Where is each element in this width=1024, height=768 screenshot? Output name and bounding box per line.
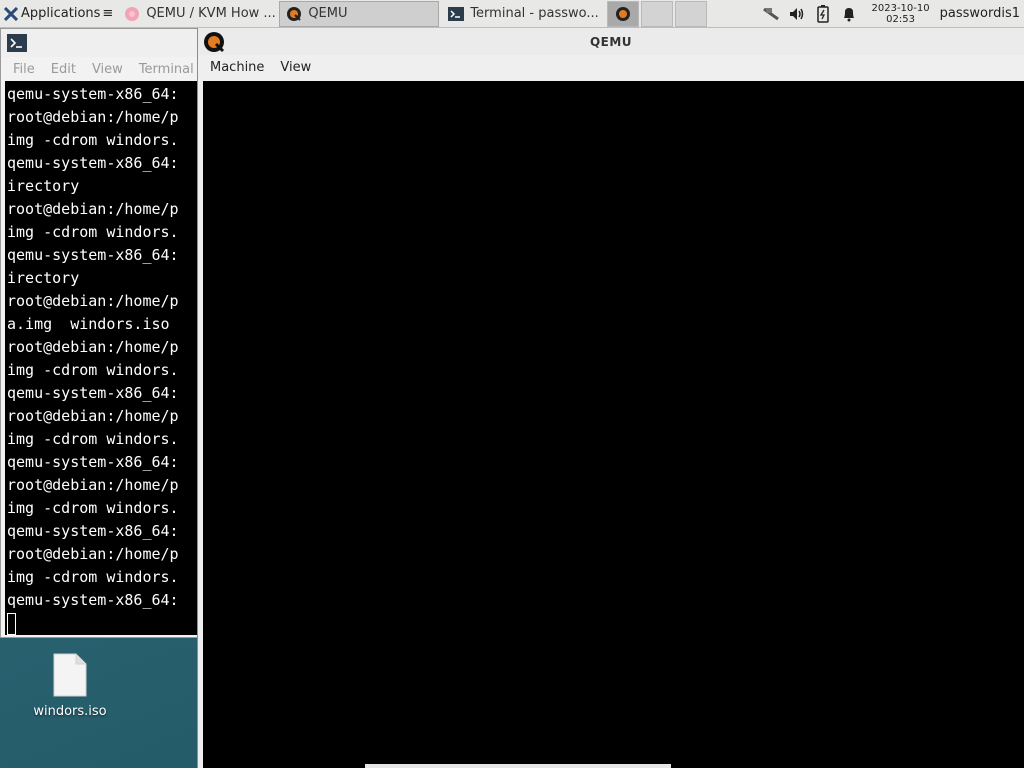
qemu-menu-view[interactable]: View xyxy=(272,60,319,75)
volume-icon[interactable] xyxy=(786,3,808,25)
terminal-line: qemu-system-x86_64: xyxy=(7,453,179,471)
terminal-line: irectory xyxy=(7,177,80,195)
terminal-line: qemu-system-x86_64: xyxy=(7,384,179,402)
terminal-line: root@debian:/home/p xyxy=(7,407,179,425)
task-firefox[interactable]: QEMU / KVM How ... xyxy=(117,1,277,27)
terminal-line: img -cdrom windors. xyxy=(7,568,179,586)
xfce-logo-icon xyxy=(4,6,18,21)
terminal-line: root@debian:/home/p xyxy=(7,200,179,218)
task-label: QEMU xyxy=(308,6,348,21)
terminal-line: qemu-system-x86_64: xyxy=(7,591,179,609)
firefox-icon xyxy=(124,6,140,22)
terminal-line: a.img windors.iso xyxy=(7,315,170,333)
terminal-line: irectory xyxy=(7,269,80,287)
desktop-file-label: windors.iso xyxy=(33,704,107,719)
terminal-line: img -cdrom windors. xyxy=(7,499,179,517)
terminal-line: img -cdrom windors. xyxy=(7,430,179,448)
top-panel: Applications ≡ QEMU / KVM How ... QEMU T… xyxy=(0,0,1024,28)
workspace-1[interactable] xyxy=(607,0,640,27)
terminal-titlebar[interactable] xyxy=(1,29,199,57)
battery-icon[interactable] xyxy=(812,3,834,25)
qemu-icon xyxy=(616,6,631,21)
task-terminal[interactable]: Terminal - passwo... xyxy=(441,1,605,27)
terminal-line: img -cdrom windors. xyxy=(7,131,179,149)
terminal-output[interactable]: qemu-system-x86_64: root@debian:/home/p im… xyxy=(5,81,199,635)
workspace-2[interactable] xyxy=(641,0,674,27)
applications-menu[interactable]: Applications ≡ xyxy=(0,0,117,28)
terminal-line: qemu-system-x86_64: xyxy=(7,246,179,264)
terminal-menu-edit[interactable]: Edit xyxy=(51,62,76,77)
task-qemu[interactable]: QEMU xyxy=(279,0,440,27)
terminal-line: qemu-system-x86_64: xyxy=(7,522,179,540)
terminal-menu-file[interactable]: File xyxy=(13,62,35,77)
task-label: QEMU / KVM How ... xyxy=(146,6,276,21)
user-menu[interactable]: passwordis1 xyxy=(940,6,1024,21)
terminal-icon xyxy=(448,6,465,22)
terminal-window: File Edit View Terminal qemu-system-x86_… xyxy=(0,28,200,638)
workspace-3[interactable] xyxy=(675,0,708,27)
terminal-line: qemu-system-x86_64: xyxy=(7,85,179,103)
task-label: Terminal - passwo... xyxy=(470,6,599,21)
terminal-menu-view[interactable]: View xyxy=(92,62,123,77)
qemu-vm-display[interactable] xyxy=(203,81,1024,768)
applications-suffix: ≡ xyxy=(102,6,114,21)
qemu-menubar: Machine View xyxy=(198,55,1024,80)
terminal-menubar: File Edit View Terminal xyxy=(1,57,199,81)
qemu-window-title: QEMU xyxy=(589,34,633,49)
qemu-icon xyxy=(286,6,302,22)
file-icon xyxy=(52,652,88,698)
qemu-titlebar[interactable]: QEMU xyxy=(198,28,1024,55)
clock-date: 2023-10-10 xyxy=(871,2,930,14)
terminal-line: root@debian:/home/p xyxy=(7,338,179,356)
qemu-menu-machine[interactable]: Machine xyxy=(202,60,272,75)
notification-bell-icon[interactable] xyxy=(838,3,860,25)
terminal-menu-terminal[interactable]: Terminal xyxy=(139,62,194,77)
network-icon[interactable] xyxy=(760,3,782,25)
qemu-window: QEMU Machine View xyxy=(197,28,1024,768)
terminal-cursor xyxy=(7,613,16,635)
desktop-file-windors-iso[interactable]: windors.iso xyxy=(20,652,120,719)
panel-clock[interactable]: 2023-10-10 02:53 xyxy=(872,3,930,25)
system-tray: 2023-10-10 02:53 passwordis1 xyxy=(758,0,1024,28)
horizontal-scrollbar[interactable] xyxy=(365,764,671,768)
terminal-line: root@debian:/home/p xyxy=(7,476,179,494)
terminal-line: img -cdrom windors. xyxy=(7,223,179,241)
terminal-line: root@debian:/home/p xyxy=(7,545,179,563)
terminal-icon xyxy=(7,34,27,52)
qemu-icon xyxy=(203,31,225,53)
clock-time: 02:53 xyxy=(886,13,915,25)
terminal-line: root@debian:/home/p xyxy=(7,292,179,310)
terminal-line: root@debian:/home/p xyxy=(7,108,179,126)
applications-label: Applications xyxy=(21,6,101,21)
terminal-line: img -cdrom windors. xyxy=(7,361,179,379)
terminal-line: qemu-system-x86_64: xyxy=(7,154,179,172)
